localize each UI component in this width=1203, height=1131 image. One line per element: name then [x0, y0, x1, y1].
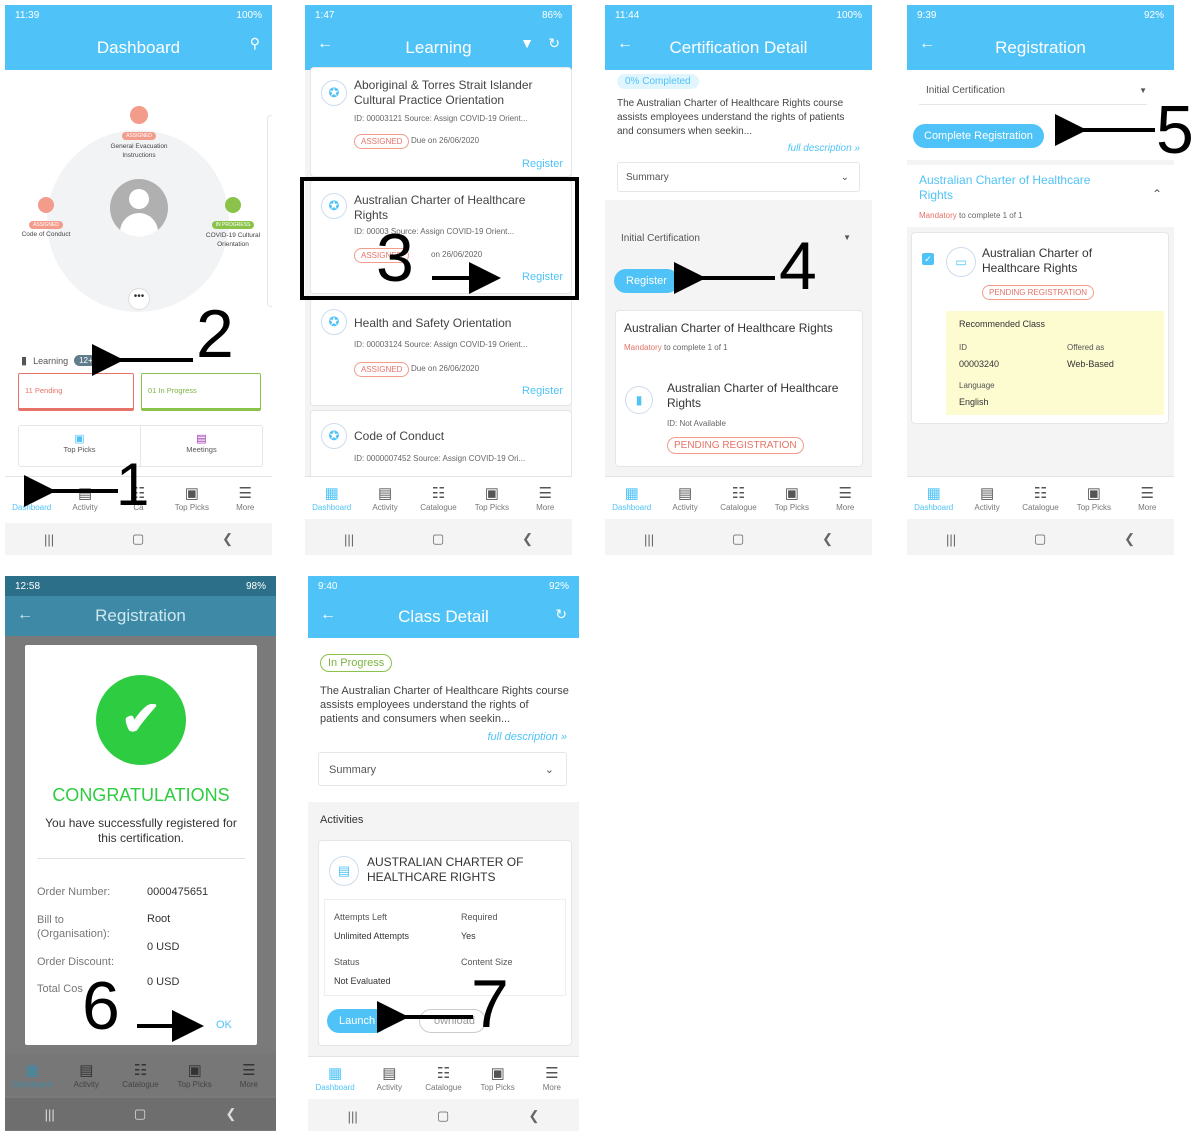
step-label-7: 7	[471, 966, 509, 1042]
step-label-3: 3	[376, 220, 414, 296]
step-label-6: 6	[82, 968, 120, 1044]
step-label-5: 5	[1156, 92, 1194, 168]
step-label-1: 1	[116, 451, 150, 518]
highlight-box	[300, 177, 579, 300]
step-label-2: 2	[196, 296, 234, 372]
annotation-overlay	[23, 114, 1155, 1042]
step-label-4: 4	[779, 228, 817, 304]
